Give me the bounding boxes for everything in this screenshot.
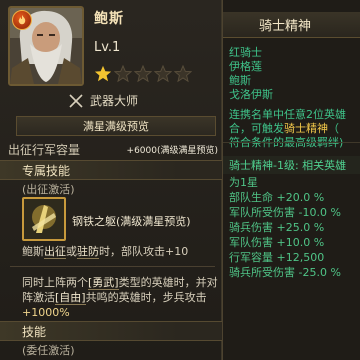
max-star-preview-button[interactable]: 满星满级预览 [16,116,216,136]
divider [10,266,215,267]
iron-body-skill-icon [24,199,64,239]
stat-value: +6000(满级满星预览) [126,145,218,156]
bonus-line: 军队伤害 +10.0 % [229,236,325,249]
specialty-label: 武器大师 [90,94,139,108]
star-icon [174,65,192,83]
star-icon [154,65,172,83]
skill-description-1: 鲍斯出征或驻防时，部队攻击+10 [22,245,189,259]
specialty-row: 武器大师 [68,92,138,109]
bond-tooltip: 骑士精神 红骑士 伊格莲 鲍斯 戈洛伊斯 连携名单中任意2位英雄 合，可触发骑士… [222,0,360,360]
bonus-header: 骑士精神-1级: 相关英雄 [223,156,360,174]
march-capacity-row: 出征行军容量 +6000(满级满星预览) [8,140,218,158]
hero-name: 鲍斯 [94,11,124,27]
star-icon [134,65,152,83]
star-icon [114,65,132,83]
skill-description-2: 同时上阵两个[勇武]类型的英雄时，并对阵激活[自由]共鸣的英雄时，步兵攻击+10… [22,276,218,319]
skill-icon[interactable] [22,197,66,241]
tooltip-title: 骑士精神 [223,12,360,38]
bonus-line: 骑兵所受伤害 -25.0 % [229,266,341,279]
hero-panel: 鲍斯 Lv.1 武器大师 满星满级预览 出征行军容量 +6000(满级满星预览)… [0,0,222,360]
bonus-sub: 为1星 [229,176,258,189]
bonus-line: 部队生命 +20.0 % [229,191,325,204]
hero-header: 鲍斯 Lv.1 [0,0,222,92]
bonus-line: 骑兵伤害 +25.0 % [229,221,325,234]
special-skill-header: 专属技能 [0,160,222,180]
bond-hero-name: 戈洛伊斯 [229,88,273,101]
star-icon [94,65,112,82]
bonus-line: 行军容量 +12,500 [229,251,325,264]
divider [223,142,360,143]
star-rating [94,65,192,83]
skill-header: 技能 [0,321,222,341]
crossed-swords-icon [69,93,83,108]
hero-portrait[interactable] [8,6,84,86]
special-skill-sub: (出征激活) [22,183,75,196]
bonus-line: 军队所受伤害 -10.0 % [229,206,341,219]
stat-label: 出征行军容量 [8,142,81,157]
flame-badge-icon [12,10,32,30]
skill-name: 钢铁之躯(满级满星预览) [72,215,191,228]
hero-level: Lv.1 [94,40,121,55]
skill-sub: (委任激活) [22,344,75,357]
